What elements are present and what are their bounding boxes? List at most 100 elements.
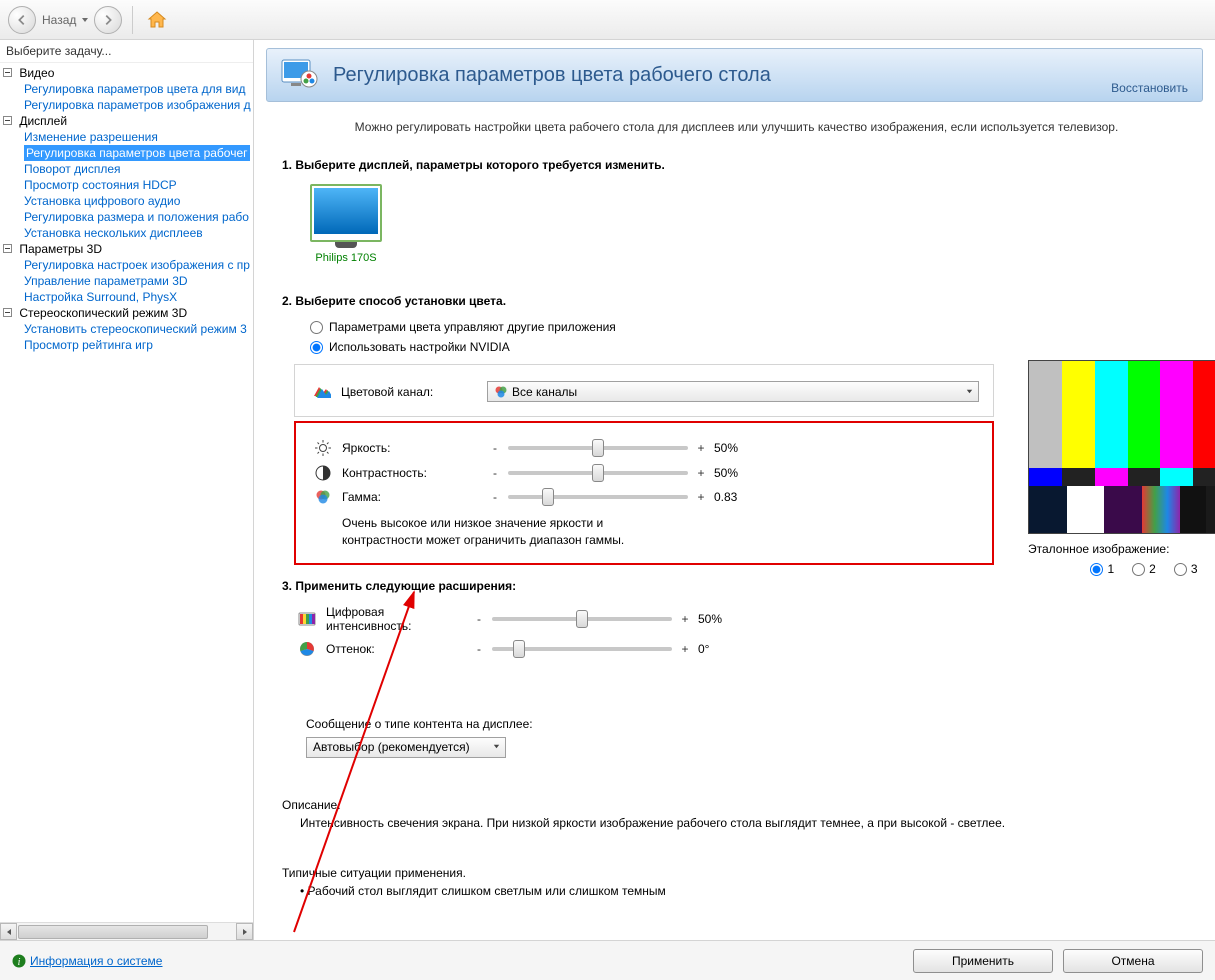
- scroll-thumb[interactable]: [18, 925, 208, 939]
- reference-radio-1[interactable]: [1090, 563, 1103, 576]
- tree-link[interactable]: Регулировка параметров изображения д: [24, 98, 251, 112]
- brightness-slider[interactable]: [508, 446, 688, 450]
- slider-thumb[interactable]: [592, 439, 604, 457]
- reference-radio-3[interactable]: [1174, 563, 1187, 576]
- content-type-label: Сообщение о типе контента на дисплее:: [306, 717, 994, 731]
- color-channel-value: Все каналы: [512, 385, 577, 399]
- tree-toggle-icon[interactable]: [0, 244, 14, 253]
- info-icon: i: [12, 954, 26, 968]
- gamma-icon: [310, 489, 336, 505]
- gamma-note-line1: Очень высокое или низкое значение яркост…: [342, 515, 978, 532]
- contrast-value: 50%: [714, 466, 764, 480]
- section1-title: 1. Выберите дисплей, параметры которого …: [282, 158, 1191, 172]
- brightness-icon: [310, 439, 336, 457]
- back-button[interactable]: [8, 6, 36, 34]
- tree-link-selected[interactable]: Регулировка параметров цвета рабочег: [24, 145, 250, 161]
- tree-category-stereo[interactable]: Стереоскопический режим 3D: [19, 306, 187, 320]
- radio-nvidia[interactable]: [310, 341, 323, 354]
- tree-category-3d[interactable]: Параметры 3D: [19, 242, 102, 256]
- toolbar: Назад: [0, 0, 1215, 40]
- nav-tree: Видео Регулировка параметров цвета для в…: [0, 63, 253, 922]
- intro-text: Можно регулировать настройки цвета рабоч…: [282, 120, 1191, 134]
- hue-label: Оттенок:: [326, 642, 466, 656]
- slider-thumb[interactable]: [513, 640, 525, 658]
- chevron-down-icon: [965, 385, 974, 399]
- contrast-slider[interactable]: [508, 471, 688, 475]
- scroll-left-icon[interactable]: [0, 923, 17, 940]
- section3-title: 3. Применить следующие расширения:: [282, 579, 994, 593]
- toolbar-separator: [132, 6, 133, 34]
- home-button[interactable]: [143, 6, 171, 34]
- gamma-slider[interactable]: [508, 495, 688, 499]
- tree-category-video[interactable]: Видео: [19, 66, 54, 80]
- slider-minus: -: [472, 612, 486, 626]
- tree-link[interactable]: Просмотр состояния HDCP: [24, 178, 177, 192]
- reference-image: [1028, 360, 1215, 534]
- content-type-combo[interactable]: Автовыбор (рекомендуется): [306, 737, 506, 758]
- tree-link[interactable]: Поворот дисплея: [24, 162, 121, 176]
- slider-thumb[interactable]: [542, 488, 554, 506]
- tree-link[interactable]: Изменение разрешения: [24, 130, 158, 144]
- tree-link[interactable]: Просмотр рейтинга игр: [24, 338, 153, 352]
- tree-link[interactable]: Настройка Surround, PhysX: [24, 290, 177, 304]
- tree-toggle-icon[interactable]: [0, 116, 14, 125]
- color-channel-box: Цветовой канал: Все каналы: [294, 364, 994, 417]
- tree-toggle-icon[interactable]: [0, 68, 14, 77]
- description-text: Интенсивность свечения экрана. При низко…: [300, 816, 1191, 830]
- slider-minus: -: [488, 466, 502, 480]
- sidebar-hscrollbar[interactable]: [0, 922, 253, 940]
- tree-link[interactable]: Регулировка настроек изображения с пр: [24, 258, 250, 272]
- svg-text:i: i: [18, 957, 21, 968]
- slider-thumb[interactable]: [592, 464, 604, 482]
- reference-radio-1-label: 1: [1107, 562, 1114, 576]
- restore-defaults-link[interactable]: Восстановить: [1111, 81, 1188, 95]
- chevron-down-icon: [492, 740, 501, 754]
- hue-value: 0°: [698, 642, 748, 656]
- color-channel-icon: [309, 383, 335, 401]
- hue-slider[interactable]: [492, 647, 672, 651]
- tree-link[interactable]: Установка нескольких дисплеев: [24, 226, 203, 240]
- tree-link[interactable]: Установка цифрового аудио: [24, 194, 180, 208]
- page-header: Регулировка параметров цвета рабочего ст…: [266, 48, 1203, 102]
- slider-minus: -: [488, 441, 502, 455]
- reference-radio-2-label: 2: [1149, 562, 1156, 576]
- tree-link[interactable]: Регулировка параметров цвета для вид: [24, 82, 245, 96]
- footer: i Информация о системе Применить Отмена: [0, 940, 1215, 980]
- display-name: Philips 170S: [310, 252, 382, 264]
- monitor-icon: [310, 184, 382, 242]
- slider-thumb[interactable]: [576, 610, 588, 628]
- reference-radio-3-label: 3: [1191, 562, 1198, 576]
- page-title: Регулировка параметров цвета рабочего ст…: [333, 64, 771, 87]
- slider-minus: -: [472, 642, 486, 656]
- back-label: Назад: [42, 13, 76, 27]
- tree-toggle-icon[interactable]: [0, 308, 14, 317]
- color-channel-label: Цветовой канал:: [341, 385, 481, 399]
- vibrance-icon: [294, 612, 320, 626]
- cancel-button[interactable]: Отмена: [1063, 949, 1203, 973]
- apply-button[interactable]: Применить: [913, 949, 1053, 973]
- channels-icon: [494, 385, 508, 399]
- slider-plus: +: [694, 466, 708, 480]
- tree-link[interactable]: Управление параметрами 3D: [24, 274, 188, 288]
- slider-plus: +: [678, 612, 692, 626]
- color-channel-combo[interactable]: Все каналы: [487, 381, 979, 402]
- forward-button[interactable]: [94, 6, 122, 34]
- radio-nvidia-label: Использовать настройки NVIDIA: [329, 340, 510, 354]
- description-heading: Описание.: [282, 798, 1191, 812]
- content-type-value: Автовыбор (рекомендуется): [313, 740, 470, 754]
- vibrance-slider[interactable]: [492, 617, 672, 621]
- brightness-value: 50%: [714, 441, 764, 455]
- gamma-label: Гамма:: [342, 490, 482, 504]
- scroll-right-icon[interactable]: [236, 923, 253, 940]
- gamma-note-line2: контрастности может ограничить диапазон …: [342, 532, 978, 549]
- reference-radio-2[interactable]: [1132, 563, 1145, 576]
- display-tile[interactable]: Philips 170S: [310, 184, 382, 264]
- radio-other-apps[interactable]: [310, 321, 323, 334]
- tree-link[interactable]: Установить стереоскопический режим 3: [24, 322, 247, 336]
- tree-category-display[interactable]: Дисплей: [19, 114, 67, 128]
- back-history-dropdown[interactable]: [80, 6, 90, 34]
- tree-link[interactable]: Регулировка размера и положения рабо: [24, 210, 249, 224]
- gamma-value: 0.83: [714, 490, 764, 504]
- system-info-link[interactable]: i Информация о системе: [12, 954, 162, 968]
- task-selector-label[interactable]: Выберите задачу...: [0, 40, 253, 63]
